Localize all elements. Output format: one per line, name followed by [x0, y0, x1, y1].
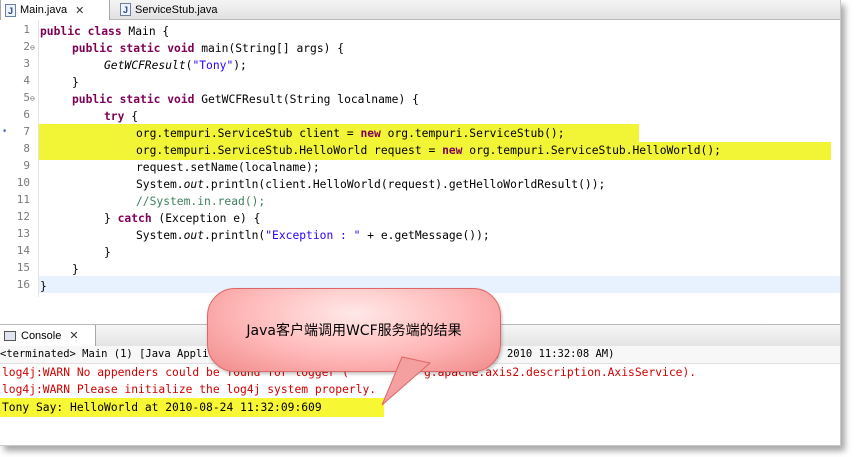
java-file-icon: J	[5, 3, 16, 17]
tab-main-java[interactable]: J Main.java ✕	[0, 0, 110, 20]
code-line-7: org.tempuri.ServiceStub client = new org…	[136, 127, 565, 140]
line-number: 14	[16, 244, 30, 257]
console-icon	[4, 330, 16, 341]
code-line-16: }	[40, 280, 47, 293]
callout-bubble: Java客户端调用WCF服务端的结果	[207, 288, 501, 372]
code-line-11: //System.in.read();	[136, 195, 266, 208]
line-number: 1	[23, 23, 30, 36]
line-number: 11	[16, 193, 30, 206]
fold-icon[interactable]: ⊖	[30, 94, 35, 103]
code-line-13: System.out.println("Exception : " + e.ge…	[136, 229, 490, 242]
fold-icon[interactable]: ⊖	[30, 43, 35, 52]
tab-servicestub-java[interactable]: J ServiceStub.java	[116, 0, 246, 19]
line-number: 10	[16, 176, 30, 189]
line-number-gutter: 1 2 ⊖ 3 4 5 ⊖ 6 7 ➧ 8 9 10 11 12 13 14 1…	[0, 20, 39, 297]
code-line-1: public class Main {	[40, 25, 170, 38]
code-line-6: try {	[104, 110, 139, 123]
java-file-icon: J	[120, 3, 131, 16]
line-number: 9	[23, 159, 30, 172]
line-number: 4	[23, 74, 30, 87]
code-line-15: }	[72, 263, 79, 276]
code-line-8: org.tempuri.ServiceStub.HelloWorld reque…	[136, 144, 721, 157]
tab-console[interactable]: Console ✕	[0, 325, 96, 346]
code-line-12: } catch (Exception e) {	[104, 212, 261, 225]
line-number: 15	[16, 261, 30, 274]
line-number: 12	[16, 210, 30, 223]
line-number: 8	[23, 142, 30, 155]
console-output-line: Tony Say: HelloWorld at 2010-08-24 11:32…	[2, 401, 322, 414]
line-number: 16	[16, 278, 30, 291]
console-warn-line-2: log4j:WARN Please initialize the log4j s…	[2, 383, 377, 396]
line-number: 6	[23, 108, 30, 121]
line-number: 2	[23, 40, 30, 53]
close-icon[interactable]: ✕	[69, 329, 78, 342]
code-line-9: request.setName(localname);	[136, 161, 320, 174]
tab-label: Console	[21, 329, 62, 342]
tab-label: Main.java	[20, 4, 68, 16]
code-editor[interactable]: 1 2 ⊖ 3 4 5 ⊖ 6 7 ➧ 8 9 10 11 12 13 14 1…	[0, 20, 840, 297]
eclipse-window: J Main.java ✕ J ServiceStub.java 1 2 ⊖ 3…	[0, 0, 841, 446]
code-line-4: }	[72, 76, 79, 89]
line-number: 3	[23, 57, 30, 70]
code-line-5: public static void GetWCFResult(String l…	[72, 93, 419, 106]
callout-pointer	[381, 356, 432, 406]
close-icon[interactable]: ✕	[75, 4, 84, 17]
code-line-3: GetWCFResult("Tony");	[104, 59, 247, 72]
code-line-2: public static void main(String[] args) {	[72, 42, 345, 55]
line-number: 5	[23, 91, 30, 104]
callout-text: Java客户端调用WCF服务端的结果	[246, 323, 462, 339]
current-instruction-arrow-icon: ➧	[2, 127, 8, 137]
line-number: 13	[16, 227, 30, 240]
tab-label: ServiceStub.java	[135, 3, 218, 16]
code-line-14: }	[104, 246, 111, 259]
editor-tab-bar: J Main.java ✕ J ServiceStub.java	[0, 0, 840, 20]
code-line-10: System.out.println(client.HelloWorld(req…	[136, 178, 606, 191]
